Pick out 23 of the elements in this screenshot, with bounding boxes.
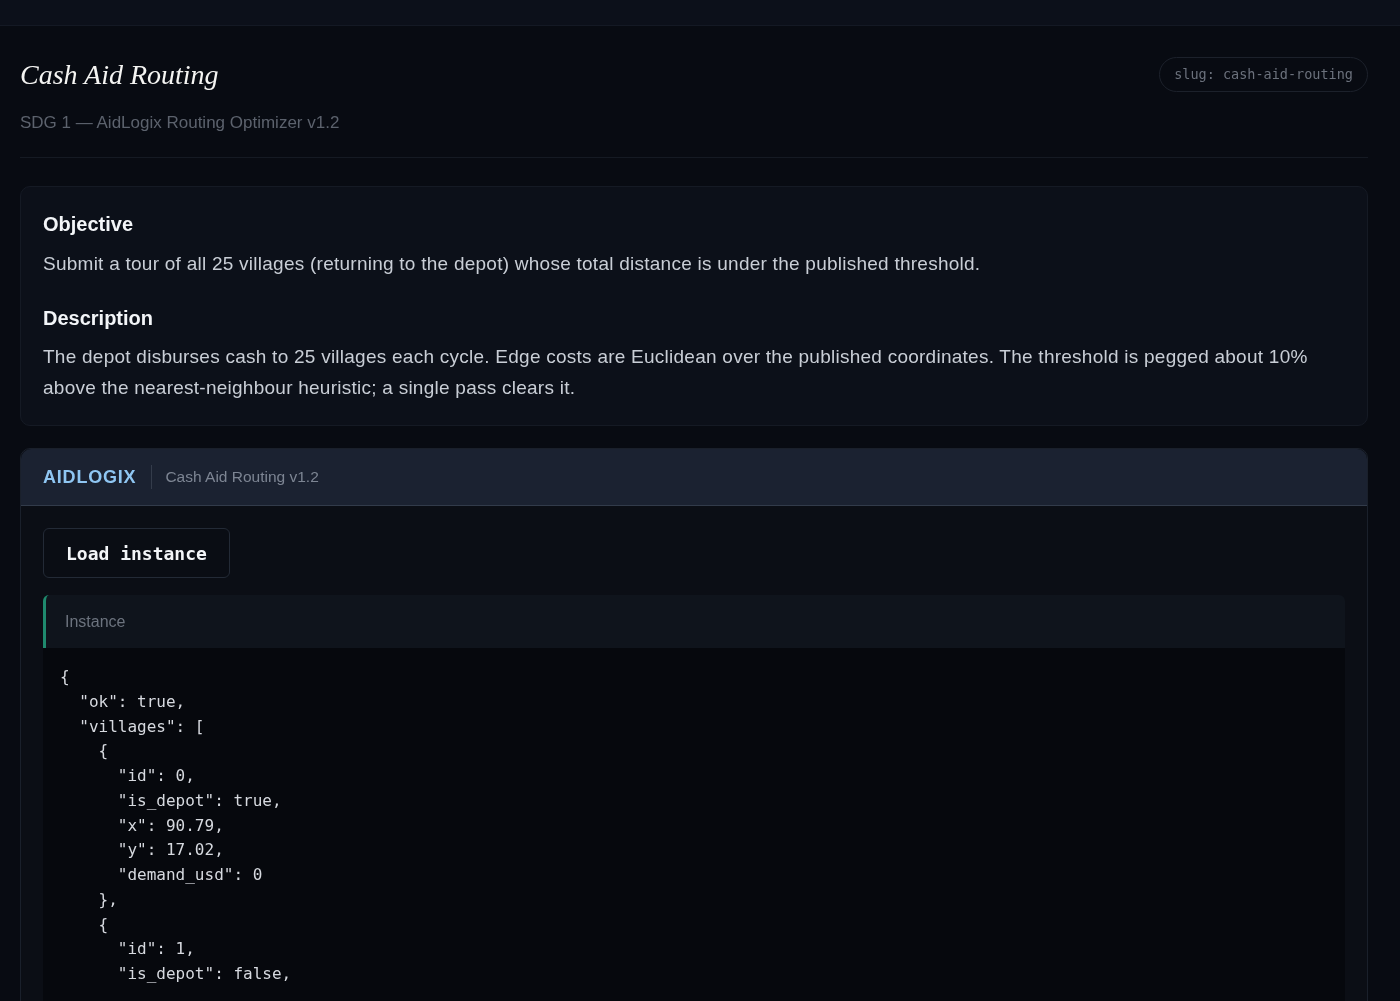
code-line: "is_depot": false, (116, 963, 293, 985)
page-title: Cash Aid Routing (20, 58, 219, 92)
code-line: "is_depot": true, (116, 789, 283, 812)
instance-label: Instance (65, 612, 126, 631)
section-text: Submit a tour of all 25 villages (returning to the depot) whose total distance is under the published threshold. (43, 252, 982, 276)
section-heading: Objective (43, 212, 135, 237)
widget-title: Cash Aid Routing v1.2 (165, 468, 319, 486)
section-heading: Description (43, 306, 155, 331)
brand-label: AIDLOGIX (43, 466, 137, 488)
code-line: { (60, 666, 71, 688)
section-text: The depot disburses cash to 25 villages each cycle. Edge costs are Euclidean over the published coordinates. The threshold is pegged about 10% above the nearest-neighbour heuristic; a single pass clears it. (43, 345, 1309, 400)
load-instance-button[interactable]: Load instance (43, 528, 230, 578)
code-line: "demand_usd": 0 (116, 864, 264, 886)
page-subtitle: SDG 1 — AidLogix Routing Optimizer v1.2 (20, 112, 341, 134)
code-line: "x": 90.79, (116, 814, 225, 837)
code-line: "id": 0, (116, 765, 196, 787)
code-line: { (97, 913, 110, 936)
code-line: "id": 1, (116, 938, 196, 961)
code-line: "villages": [ (78, 715, 206, 738)
code-line: "y": 17.02, (116, 839, 225, 862)
code-line: "ok": true, (78, 690, 187, 713)
code-line: }, (97, 888, 119, 911)
code-line: { (97, 740, 110, 763)
